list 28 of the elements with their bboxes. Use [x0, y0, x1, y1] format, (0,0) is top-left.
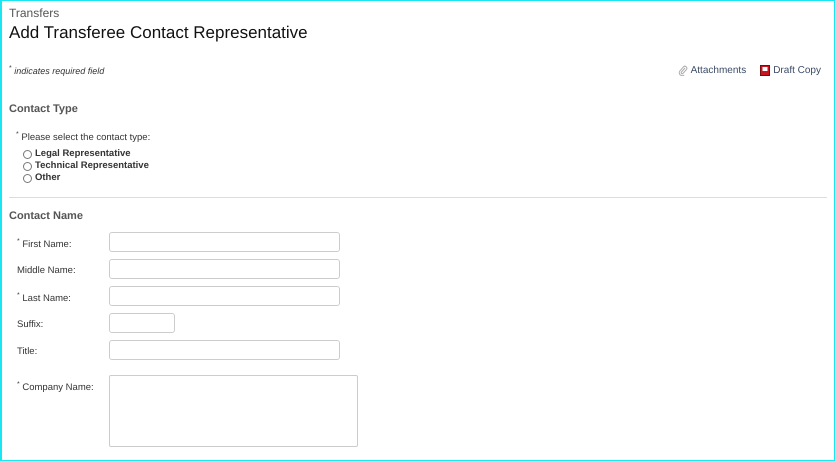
- required-field-note: $^{*}$ indicates required field: [9, 65, 104, 76]
- field-label: Title:: [16, 345, 38, 358]
- page-title: Add Transferee Contact Representative: [9, 22, 309, 44]
- field-label: $^{*}$ Please select the contact type:: [16, 131, 152, 144]
- paperclip-icon: [678, 65, 688, 76]
- radio-button[interactable]: [23, 162, 32, 171]
- draft-copy-link[interactable]: Draft Copy: [760, 65, 821, 76]
- pdf-icon: [760, 65, 770, 76]
- radio-label[interactable]: Technical Representative: [35, 160, 149, 172]
- field-label: $^{*}$ First Name:: [16, 237, 72, 250]
- input-field[interactable]: [109, 340, 340, 360]
- input-field[interactable]: [109, 232, 340, 252]
- attachments-link[interactable]: Attachments: [678, 65, 746, 76]
- field-label: $^{*}$ Last Name:: [16, 291, 72, 304]
- radio-label[interactable]: Other: [35, 172, 60, 184]
- field-label: $^{*}$ Company Name:: [16, 380, 95, 394]
- input-field[interactable]: [109, 259, 340, 280]
- input-field[interactable]: [109, 313, 175, 334]
- section-heading: Contact Type: [9, 103, 79, 115]
- text-area[interactable]: [109, 375, 358, 448]
- field-label: Middle Name:: [16, 264, 77, 276]
- breadcrumb[interactable]: Transfers: [9, 6, 827, 21]
- radio-label[interactable]: Legal Representative: [35, 148, 131, 160]
- input-field[interactable]: [109, 286, 340, 306]
- field-label: Suffix:: [16, 318, 44, 330]
- radio-button[interactable]: [23, 150, 32, 159]
- radio-button[interactable]: [23, 174, 32, 183]
- section-heading: Contact Name: [9, 210, 84, 222]
